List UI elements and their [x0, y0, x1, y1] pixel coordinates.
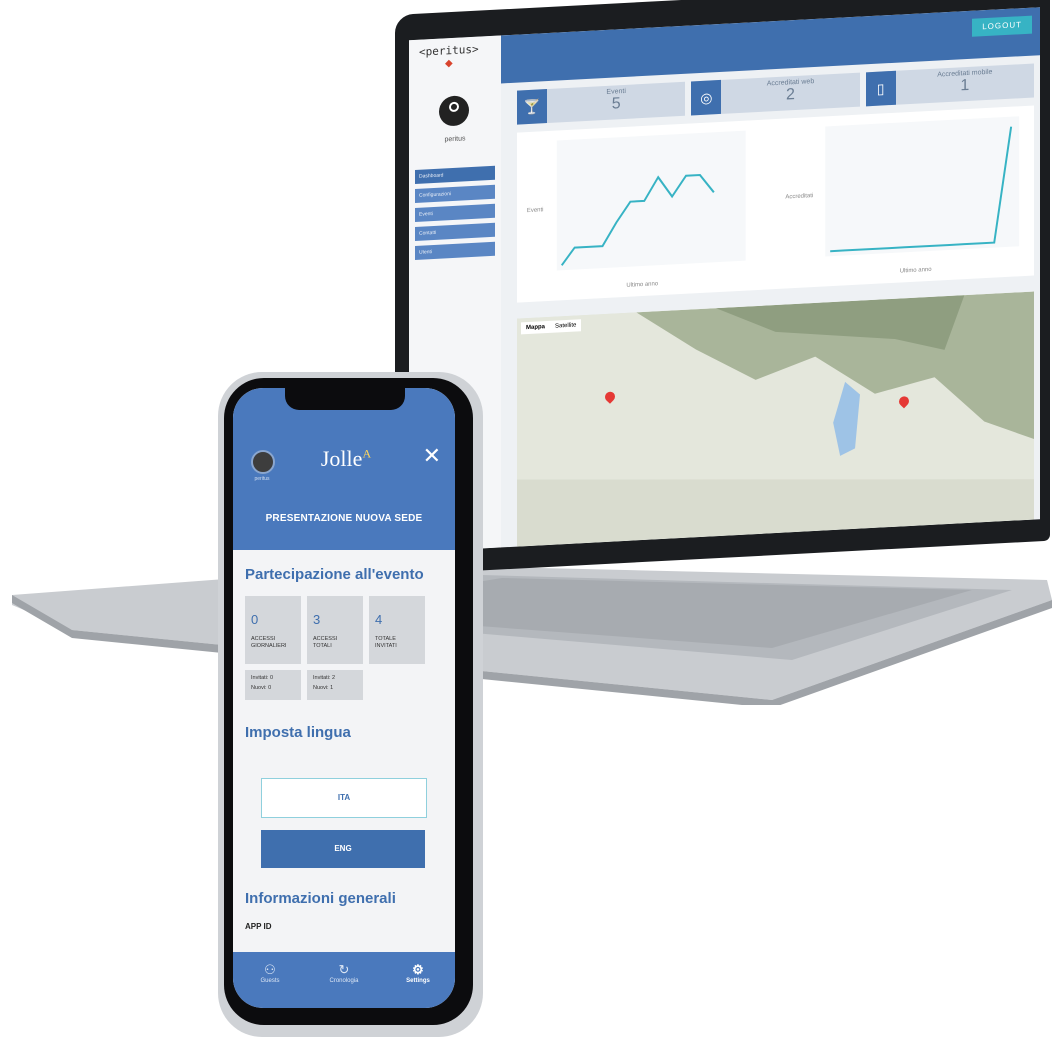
sub-stat-line: Nuovi: 1	[313, 685, 334, 691]
guests-icon: ⚇	[264, 962, 276, 977]
sidebar-nav: Dashboard Configurazioni Eventi Contatti…	[415, 165, 495, 265]
tab-label: Settings	[406, 978, 430, 984]
app-id-label: APP ID	[245, 922, 272, 931]
tab-settings[interactable]: ⚙ Settings	[381, 952, 455, 1008]
sidebar-item-utenti[interactable]: Utenti	[415, 241, 495, 260]
phone-notch	[285, 388, 405, 410]
cocktail-icon: 🍸	[517, 89, 547, 125]
sidebar-item-eventi[interactable]: Eventi	[415, 203, 495, 222]
gear-icon: ⚙	[412, 962, 424, 977]
chart-eventi-ylabel: Eventi	[527, 207, 544, 214]
sidebar-item-dashboard[interactable]: Dashboard	[415, 165, 495, 184]
stat-label: TOTALE	[375, 636, 396, 642]
brand-logo-mark-icon: ◆	[445, 57, 453, 70]
charts-svg: Eventi Ultimo anno Accreditati Ultimo an…	[527, 116, 1020, 289]
tab-guests[interactable]: ⚇ Guests	[233, 952, 307, 1008]
sub-stat-line: Nuovi: 0	[251, 685, 272, 691]
app-content: Partecipazione all'evento 0 ACCESSI GIORN…	[233, 550, 455, 952]
logout-button[interactable]: LOGOUT	[972, 15, 1032, 37]
stat-accessi-totali: 3 ACCESSI TOTALI	[307, 596, 363, 664]
chart-accreditati-xlabel: Ultimo anno	[900, 267, 932, 275]
tablet-icon: ▯	[865, 70, 896, 107]
stat-value: 3	[313, 612, 321, 627]
card-accreditati-mobile: ▯ Accreditati mobile 1	[865, 63, 1034, 107]
section-title-info: Informazioni generali	[245, 890, 396, 907]
phone-screen: peritus JolleA ✕ PRESENTAZIONE NUOVA SED…	[233, 388, 455, 1008]
sub-stat-line: Invitati: 0	[251, 675, 274, 681]
stat-label: ACCESSI	[251, 636, 276, 642]
history-icon: ↻	[338, 962, 350, 977]
avatar-label: peritus	[254, 476, 270, 482]
globe-icon: ◎	[691, 79, 722, 116]
stat-value: 4	[375, 612, 383, 627]
map-tab-satellite[interactable]: Satellite	[550, 319, 581, 333]
lang-eng-button[interactable]: ENG	[261, 830, 425, 868]
sidebar-item-configurazioni[interactable]: Configurazioni	[415, 184, 495, 203]
event-title: PRESENTAZIONE NUOVA SEDE	[265, 513, 423, 524]
card-accreditati-web: ◎ Accreditati web 2	[691, 72, 860, 116]
card-eventi: 🍸 Eventi 5	[517, 81, 686, 125]
tab-label: Guests	[260, 978, 280, 984]
stat-label: ACCESSI	[313, 636, 338, 642]
bottom-tab-bar: ⚇ Guests ↻ Cronologia ⚙ Settings	[233, 952, 455, 1008]
app-logo-sup: A	[362, 446, 372, 461]
stat-label: INVITATI	[375, 643, 397, 649]
dashboard-screen: <peritus> ◆ peritus Dashboard Configuraz…	[409, 7, 1040, 553]
laptop-base	[12, 565, 1052, 705]
chart-eventi-xlabel: Ultimo anno	[626, 281, 658, 289]
app-logo-text: Jolle	[320, 446, 363, 471]
close-icon[interactable]: ✕	[423, 444, 441, 468]
section-title-language: Imposta lingua	[245, 724, 351, 741]
map-panel[interactable]: Mappa Satellite	[517, 291, 1034, 547]
sub-stat-line: Invitati: 2	[313, 675, 336, 681]
sub-stat-daily: Invitati: 0 Nuovi: 0	[245, 670, 301, 700]
tab-label: Cronologia	[329, 978, 359, 984]
laptop-lid: <peritus> ◆ peritus Dashboard Configuraz…	[395, 0, 1050, 575]
username: peritus	[444, 135, 466, 144]
phone: peritus JolleA ✕ PRESENTAZIONE NUOVA SED…	[218, 372, 483, 1037]
stat-label: GIORNALIERI	[251, 643, 287, 649]
stat-value: 0	[251, 612, 259, 627]
map-tab-mappa[interactable]: Mappa	[521, 321, 550, 335]
avatar[interactable]	[439, 95, 469, 127]
lang-ita-button[interactable]: ITA	[261, 778, 427, 818]
charts-panel: Eventi Ultimo anno Accreditati Ultimo an…	[517, 105, 1034, 303]
stat-label: TOTALI	[313, 643, 332, 649]
map-terrain	[517, 291, 1034, 547]
stat-totale-invitati: 4 TOTALE INVITATI	[369, 596, 425, 664]
app-header: peritus JolleA ✕ PRESENTAZIONE NUOVA SED…	[233, 388, 455, 550]
avatar[interactable]	[251, 450, 275, 474]
stat-accessi-giornalieri: 0 ACCESSI GIORNALIERI	[245, 596, 301, 664]
app-logo: JolleA	[311, 446, 381, 472]
tab-cronologia[interactable]: ↻ Cronologia	[307, 952, 381, 1008]
brand-logo: <peritus>	[419, 42, 479, 59]
section-title-participation: Partecipazione all'evento	[245, 566, 424, 583]
sidebar-item-contatti[interactable]: Contatti	[415, 222, 495, 241]
chart-accreditati-ylabel: Accreditati	[785, 193, 813, 200]
sub-stat-total: Invitati: 2 Nuovi: 1	[307, 670, 363, 700]
